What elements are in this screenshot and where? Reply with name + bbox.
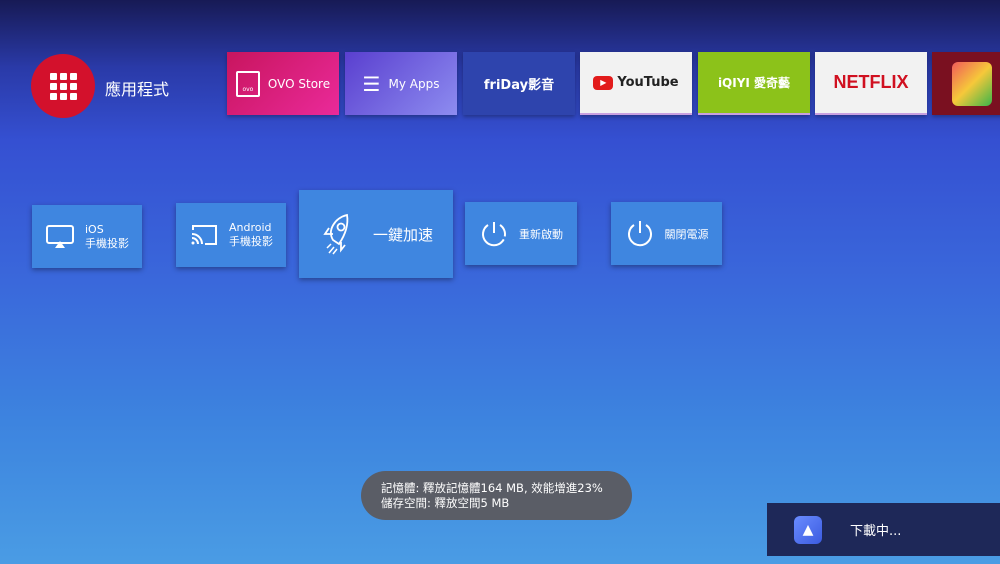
app-grid-icon — [49, 72, 77, 100]
apps-label: 應用程式 — [105, 80, 170, 99]
tile-label: iQIYI 愛奇藝 — [717, 76, 791, 90]
tile-label: NETFLIX — [833, 72, 909, 92]
cleanup-toast: 記憶體: 釋放記憶體164 MB, 效能增進23% 儲存空間: 釋放空間5 MB — [361, 471, 632, 520]
action-sublabel: 手機投影 — [229, 235, 273, 248]
toast-storage-line: 儲存空間: 釋放空間5 MB — [381, 496, 510, 510]
apps-button[interactable] — [31, 54, 95, 118]
airplay-icon — [46, 224, 74, 248]
tile-friday[interactable]: friDay影音 — [463, 52, 575, 115]
list-icon: ☰ — [362, 71, 381, 96]
action-sublabel: 手機投影 — [85, 236, 129, 250]
action-label: Android — [229, 221, 272, 234]
restart-button[interactable]: 重新啟動 — [465, 202, 577, 265]
power-off-button[interactable]: 關閉電源 — [611, 202, 722, 265]
power-icon — [627, 220, 652, 246]
boost-button[interactable]: 一鍵加速 — [299, 190, 453, 278]
tile-netflix[interactable]: NETFLIX — [815, 52, 927, 115]
rocket-icon — [323, 213, 349, 255]
toast-memory-line: 記憶體: 釋放記憶體164 MB, 效能增進23% — [381, 481, 603, 495]
tile-ovo-store[interactable]: ovo OVO Store — [227, 52, 339, 115]
android-cast-button[interactable]: Android 手機投影 — [176, 203, 286, 267]
download-notification: ▲ 下載中... — [767, 503, 1000, 556]
tile-partial-app[interactable] — [932, 52, 1000, 115]
tile-label: YouTube — [617, 75, 679, 90]
ovo-bag-icon: ovo — [235, 70, 260, 97]
ios-cast-button[interactable]: iOS 手機投影 — [32, 205, 142, 268]
tile-label: OVO Store — [267, 76, 331, 91]
download-label: 下載中... — [850, 524, 902, 539]
media-app-icon — [952, 61, 992, 106]
action-label: 重新啟動 — [519, 227, 563, 241]
cast-icon — [191, 225, 217, 245]
tile-my-apps[interactable]: ☰ My Apps — [345, 52, 457, 115]
tile-iqiyi[interactable]: iQIYI 愛奇藝 — [698, 52, 810, 115]
tile-label: friDay影音 — [483, 78, 555, 93]
action-label: iOS — [85, 222, 104, 236]
action-label: 關閉電源 — [664, 227, 709, 241]
download-app-icon: ▲ — [794, 515, 822, 544]
tile-youtube[interactable]: ▶ YouTube — [580, 52, 692, 115]
youtube-play-icon: ▶ — [593, 75, 614, 90]
action-label: 一鍵加速 — [372, 225, 433, 244]
restart-icon — [482, 221, 506, 246]
tile-label: My Apps — [388, 76, 440, 91]
